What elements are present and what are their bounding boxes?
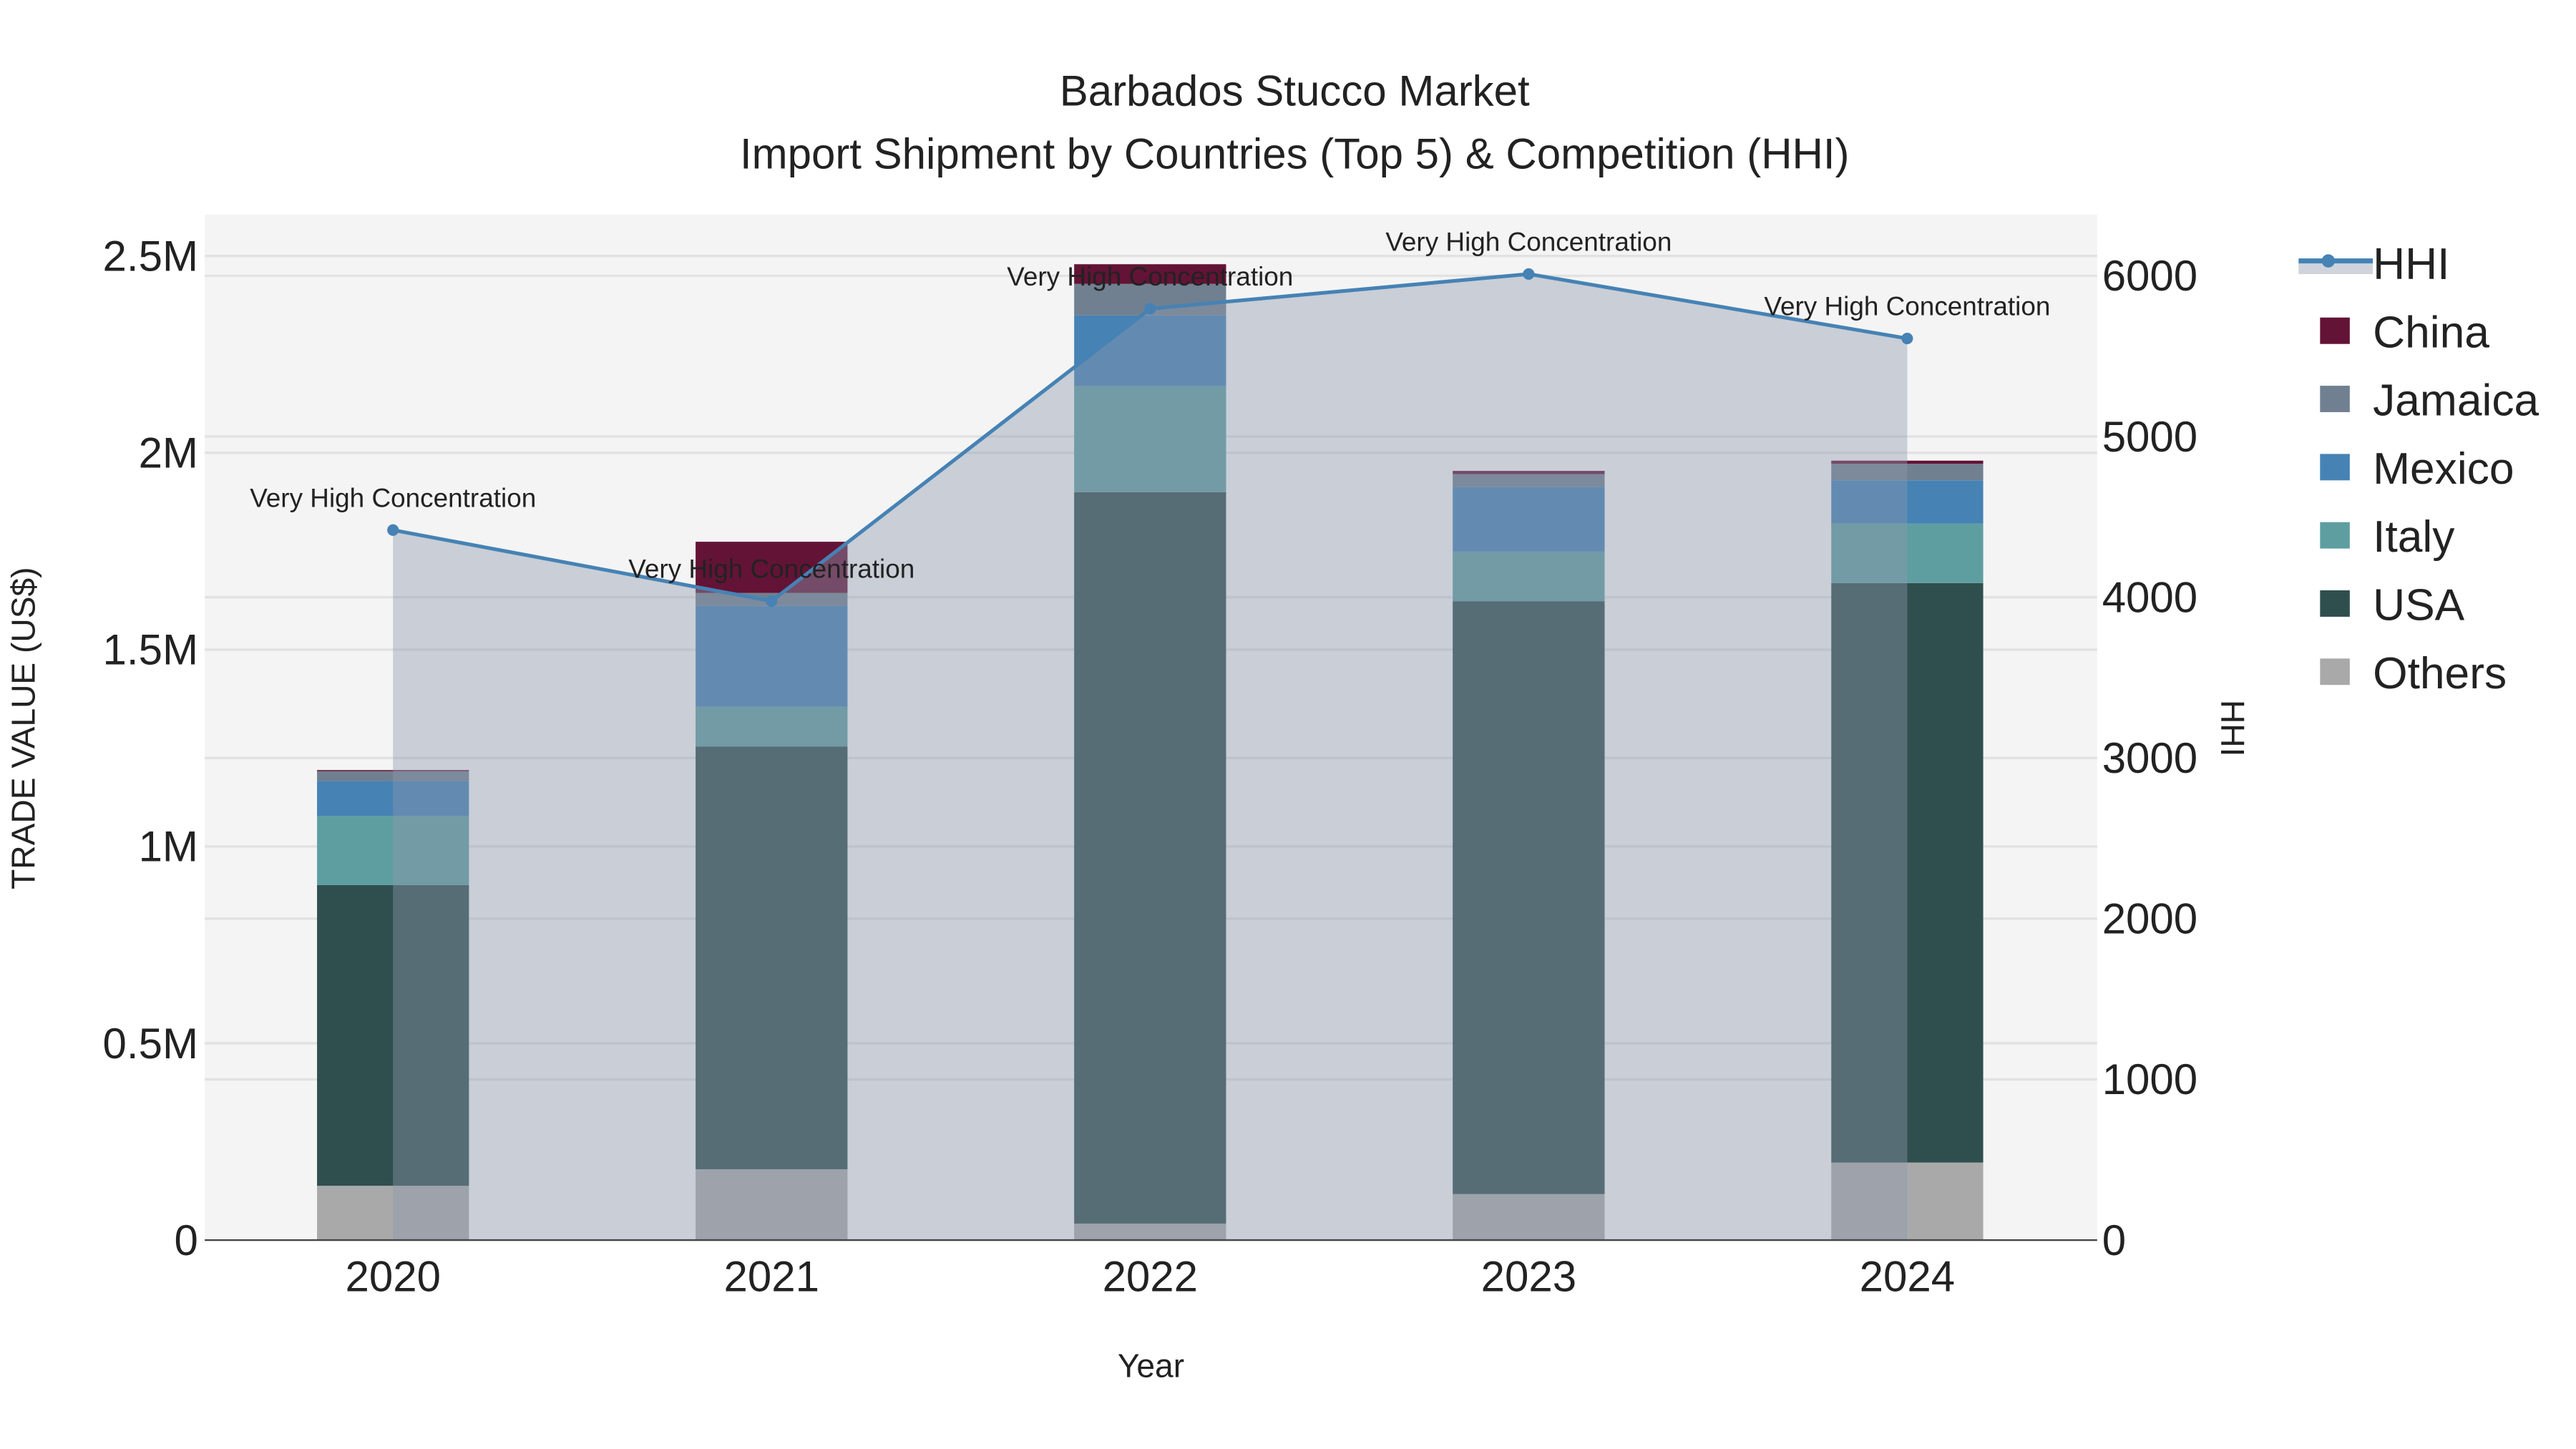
y-tick-label: 0 [175,1216,198,1264]
x-tick-label: 2022 [1103,1253,1198,1301]
y2-axis-title: HHI [2214,700,2251,756]
x-tick-label: 2021 [724,1253,819,1301]
hhi-point-2020 [387,524,399,536]
legend-label-hhi: HHI [2373,240,2449,289]
y2-tick-label: 0 [2102,1216,2126,1264]
y2-tick-label: 2000 [2102,895,2197,943]
hhi-annotation: Very High Concentration [1007,262,1293,291]
y-tick-label: 1.5M [103,626,198,674]
y-axis-ticks: 0 0.5M 1M 1.5M 2M 2.5M [103,232,198,1264]
legend-label-china: China [2373,308,2489,357]
chart-title: Barbados Stucco Market [1060,67,1530,115]
x-tick-label: 2024 [1860,1253,1955,1301]
y2-tick-label: 6000 [2102,252,2197,300]
legend-label-others: Others [2373,649,2507,698]
hhi-point-2023 [1523,268,1535,280]
x-tick-label: 2023 [1481,1253,1576,1301]
legend-swatch-usa [2320,590,2350,617]
chart: Very High Concentration Very High Concent… [4,67,2539,1385]
legend-label-jamaica: Jamaica [2373,376,2539,426]
legend-swatch-jamaica [2320,386,2350,412]
y-tick-label: 1M [139,823,198,871]
chart-subtitle: Import Shipment by Countries (Top 5) & C… [740,130,1850,177]
x-tick-label: 2020 [345,1253,440,1301]
y-tick-label: 2M [139,429,198,477]
hhi-point-2022 [1144,303,1156,315]
hhi-annotation: Very High Concentration [1764,292,2050,321]
y2-axis-ticks: 0 1000 2000 3000 4000 5000 6000 [2102,252,2197,1264]
hhi-point-2021 [766,595,778,608]
legend-label-mexico: Mexico [2373,444,2514,494]
legend: HHI China Jamaica Mexico Italy USA Others [2298,240,2539,698]
x-axis-title: Year [1118,1347,1184,1385]
x-axis-ticks: 2020 2021 2022 2023 2024 [345,1253,1955,1301]
hhi-annotation: Very High Concentration [250,483,536,512]
legend-hhi-area-swatch [2298,262,2373,275]
y2-tick-label: 1000 [2102,1055,2197,1103]
legend-swatch-italy [2320,522,2350,549]
legend-swatch-mexico [2320,454,2350,481]
y2-tick-label: 4000 [2102,573,2197,621]
legend-label-italy: Italy [2373,512,2455,562]
hhi-point-2024 [1901,332,1913,345]
legend-label-usa: USA [2373,581,2465,630]
hhi-annotation: Very High Concentration [628,555,914,584]
y-tick-label: 0.5M [103,1020,198,1068]
legend-hhi-marker [2321,254,2336,268]
hhi-annotation: Very High Concentration [1385,228,1672,257]
y-tick-label: 2.5M [103,232,198,280]
y-axis-title: TRADE VALUE (US$) [4,567,42,889]
legend-swatch-china [2320,317,2350,344]
y2-tick-label: 3000 [2102,734,2197,782]
y2-tick-label: 5000 [2102,413,2197,461]
legend-swatch-others [2320,658,2350,686]
